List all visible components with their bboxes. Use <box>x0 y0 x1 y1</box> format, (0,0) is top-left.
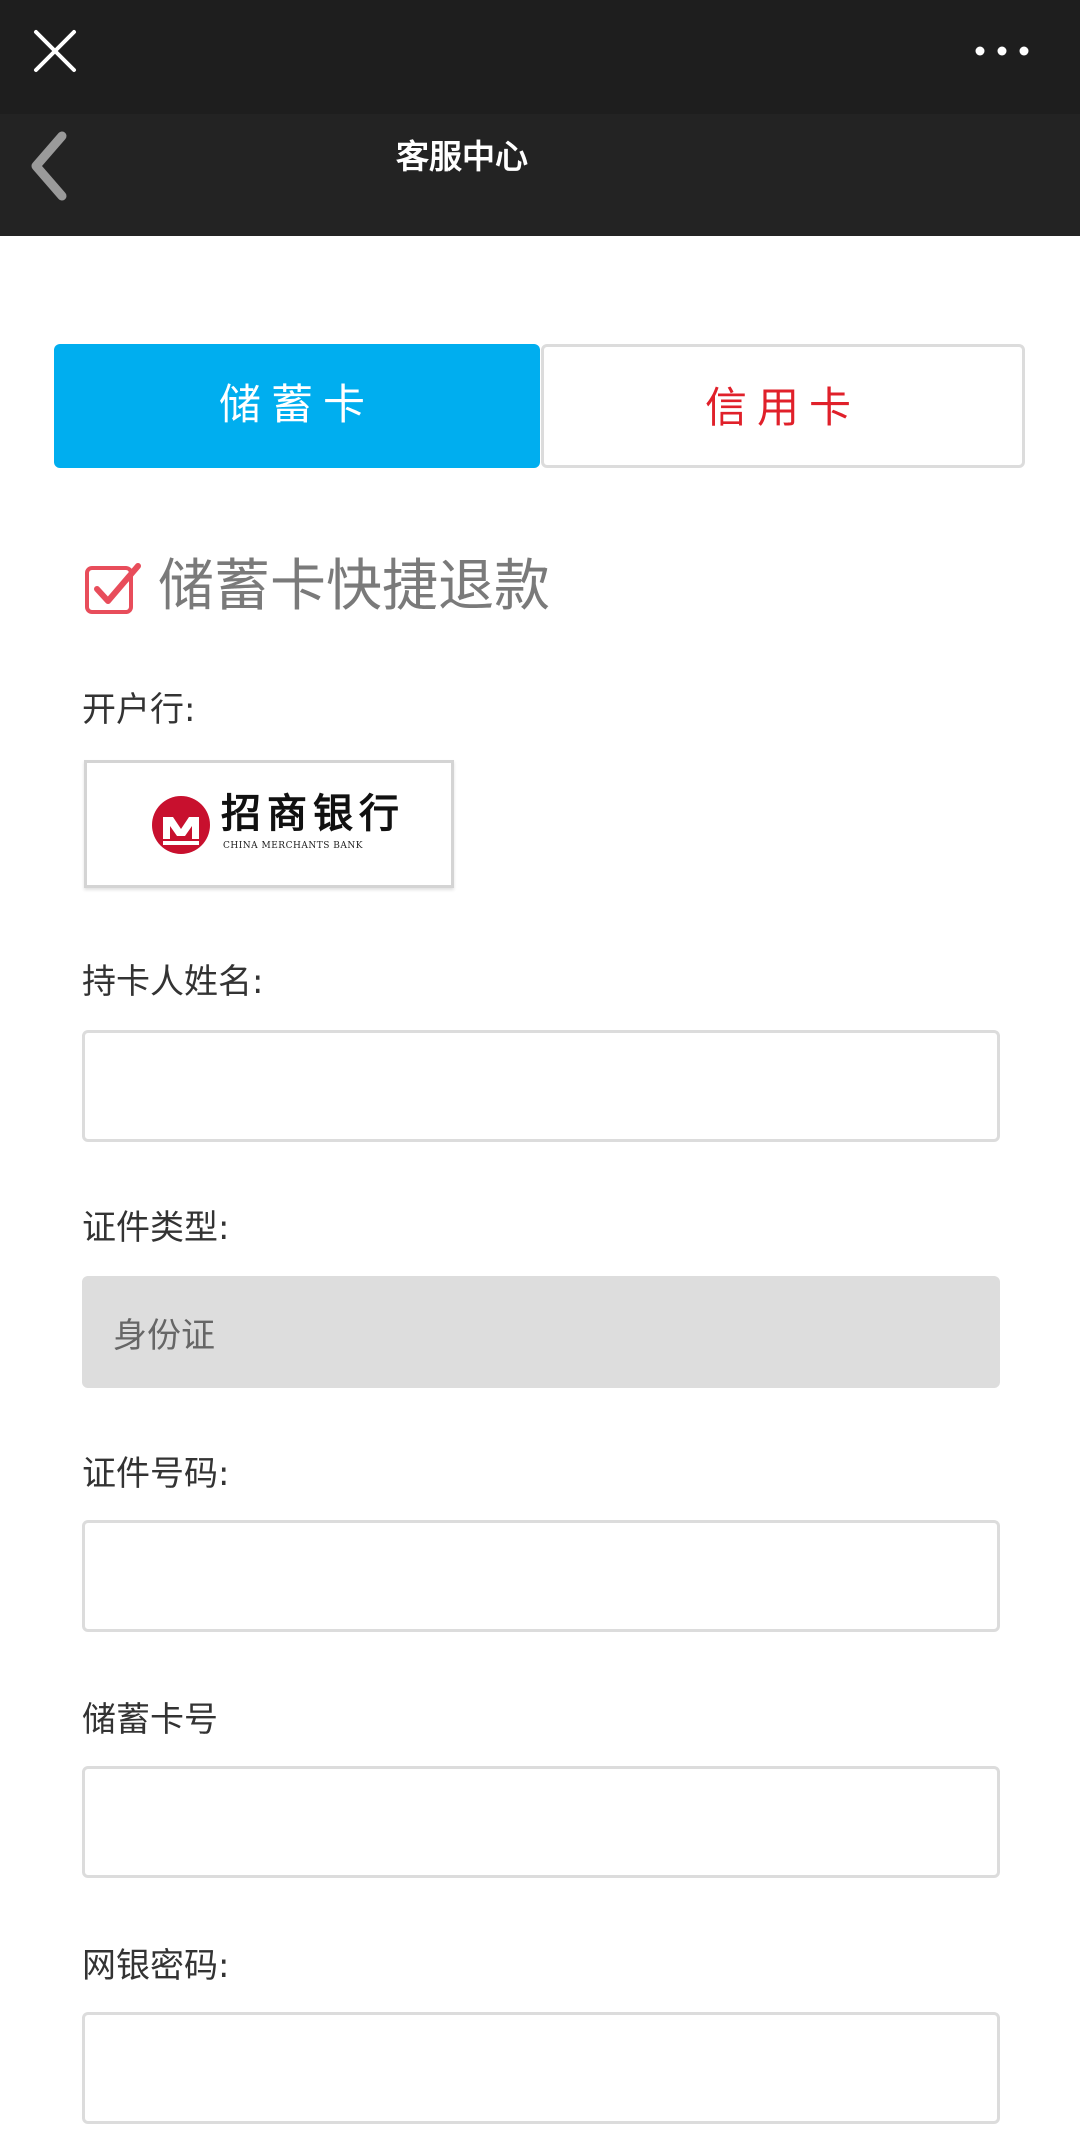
top-bar <box>0 0 1080 114</box>
tab-credit-card[interactable]: 信用卡 <box>541 344 1025 468</box>
password-input[interactable] <box>82 2012 1000 2124</box>
more-dots-icon <box>975 46 1029 56</box>
tab-debit-card[interactable]: 储蓄卡 <box>54 344 540 468</box>
id-type-label: 证件类型: <box>82 1208 230 1248</box>
checkbox-checked-icon <box>84 560 142 618</box>
close-button[interactable] <box>30 26 80 76</box>
password-label: 网银密码: <box>82 1946 230 1986</box>
holder-name-label: 持卡人姓名: <box>82 962 264 1002</box>
more-button[interactable] <box>972 36 1032 66</box>
id-number-input[interactable] <box>82 1520 1000 1632</box>
page-title: 客服中心 <box>396 137 528 176</box>
section-title: 储蓄卡快捷退款 <box>158 554 550 619</box>
bank-name: 招商银行 <box>221 790 405 837</box>
id-type-field[interactable] <box>82 1276 1000 1388</box>
bank-logo: 招商银行 CHINA MERCHANTS BANK <box>84 760 454 888</box>
close-icon <box>34 30 76 72</box>
bank-name-english: CHINA MERCHANTS BANK <box>223 841 363 851</box>
holder-name-input[interactable] <box>82 1030 1000 1142</box>
card-number-label: 储蓄卡号 <box>82 1700 218 1740</box>
card-number-input[interactable] <box>82 1766 1000 1878</box>
page-header: 客服中心 <box>0 114 1080 236</box>
bank-label: 开户行: <box>82 690 196 730</box>
id-number-label: 证件号码: <box>82 1454 230 1494</box>
cmb-logo-icon <box>152 796 210 854</box>
